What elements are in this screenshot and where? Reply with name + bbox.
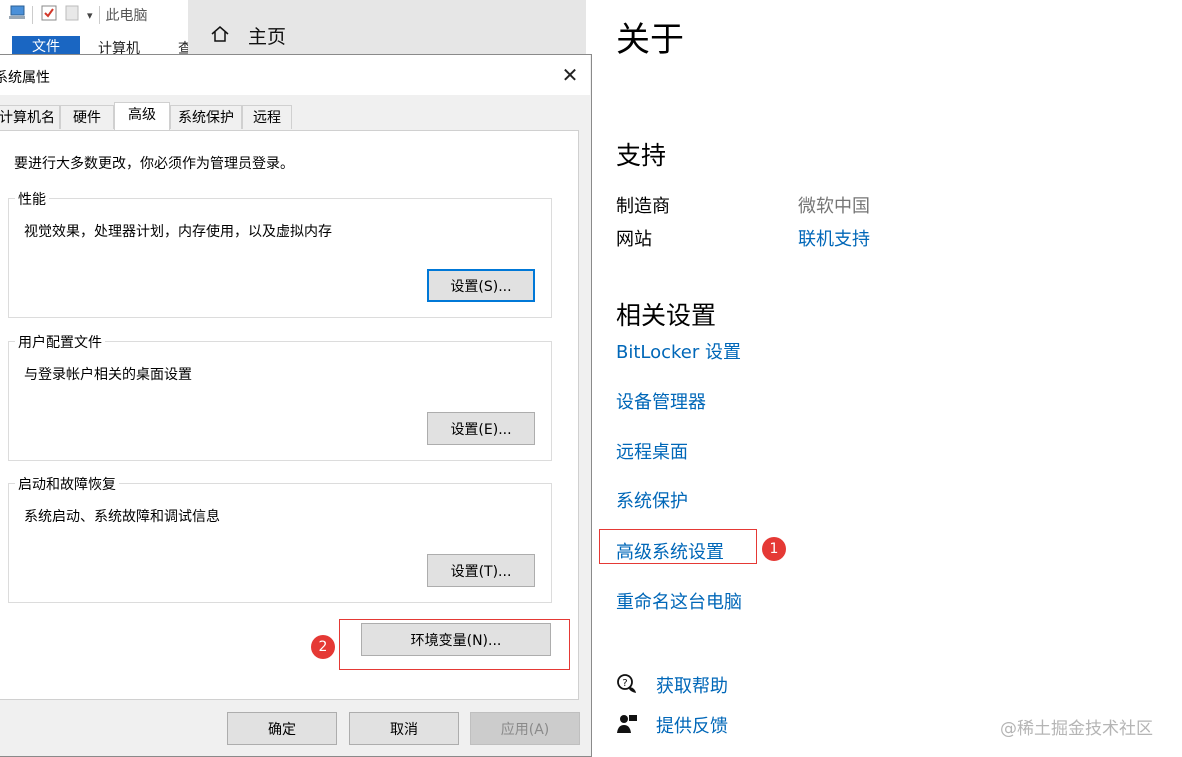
startup-desc: 系统启动、系统故障和调试信息 bbox=[24, 509, 220, 525]
manufacturer-label: 制造商 bbox=[616, 196, 670, 217]
profiles-desc: 与登录帐户相关的桌面设置 bbox=[24, 367, 192, 383]
give-feedback-link[interactable]: 提供反馈 bbox=[656, 712, 728, 738]
admin-notice: 要进行大多数更改，你必须作为管理员登录。 bbox=[14, 156, 294, 172]
toolbar-separator bbox=[32, 6, 33, 24]
quick-access-toolbar: ▾ 此电脑 bbox=[0, 0, 190, 30]
link-bitlocker[interactable]: BitLocker 设置 bbox=[616, 338, 741, 364]
nav-home[interactable]: 主页 bbox=[248, 22, 286, 49]
system-properties-dialog: 系统属性 ✕ 计算机名 硬件 高级 系统保护 远程 要进行大多数更改，你必须作为… bbox=[0, 54, 592, 757]
profiles-settings-button[interactable]: 设置(E)... bbox=[427, 412, 535, 445]
close-icon[interactable]: ✕ bbox=[556, 63, 584, 87]
feedback-icon bbox=[616, 713, 638, 739]
ribbon-tabs: 文件 计算机 查 bbox=[0, 32, 192, 58]
dialog-titlebar[interactable]: 系统属性 ✕ bbox=[0, 55, 590, 95]
ok-button[interactable]: 确定 bbox=[227, 712, 337, 745]
dialog-title: 系统属性 bbox=[0, 70, 50, 86]
document-icon[interactable] bbox=[65, 5, 79, 25]
page-title: 关于 bbox=[616, 20, 684, 60]
link-remote-desktop[interactable]: 远程桌面 bbox=[616, 438, 688, 464]
toolbar-separator bbox=[98, 6, 100, 24]
website-link[interactable]: 联机支持 bbox=[798, 225, 870, 251]
group-user-profiles: 用户配置文件 与登录帐户相关的桌面设置 设置(E)... bbox=[8, 332, 552, 461]
highlight-box-advanced bbox=[599, 529, 757, 564]
performance-settings-button[interactable]: 设置(S)... bbox=[427, 269, 535, 302]
breadcrumb[interactable]: 此电脑 bbox=[106, 5, 148, 25]
support-heading: 支持 bbox=[616, 141, 667, 170]
step-badge-2: 2 bbox=[311, 635, 335, 659]
help-chat-icon: ? bbox=[616, 673, 638, 699]
qat-dropdown[interactable]: ▾ bbox=[87, 9, 93, 22]
group-performance: 性能 视觉效果，处理器计划，内存使用，以及虚拟内存 设置(S)... bbox=[8, 189, 552, 318]
cancel-button[interactable]: 取消 bbox=[349, 712, 459, 745]
settings-about-page: 关于 支持 制造商 微软中国 网站 联机支持 相关设置 BitLocker 设置… bbox=[590, 0, 1182, 757]
computer-icon[interactable] bbox=[8, 5, 26, 25]
checkbox-icon[interactable] bbox=[41, 5, 57, 25]
get-help-link[interactable]: 获取帮助 bbox=[656, 672, 728, 698]
settings-nav: 主页 bbox=[188, 0, 586, 60]
svg-text:?: ? bbox=[622, 678, 627, 689]
step-badge-1: 1 bbox=[762, 537, 786, 561]
tab-system-protection[interactable]: 系统保护 bbox=[170, 105, 242, 129]
group-legend-startup: 启动和故障恢复 bbox=[15, 474, 119, 494]
environment-variables-button[interactable]: 环境变量(N)... bbox=[361, 623, 551, 656]
performance-desc: 视觉效果，处理器计划，内存使用，以及虚拟内存 bbox=[24, 224, 332, 240]
website-label: 网站 bbox=[616, 229, 652, 250]
tab-remote[interactable]: 远程 bbox=[242, 105, 292, 129]
group-startup-recovery: 启动和故障恢复 系统启动、系统故障和调试信息 设置(T)... bbox=[8, 474, 552, 603]
advanced-tab-panel: 要进行大多数更改，你必须作为管理员登录。 性能 视觉效果，处理器计划，内存使用，… bbox=[0, 130, 579, 700]
related-settings-heading: 相关设置 bbox=[616, 301, 717, 330]
watermark: @稀土掘金技术社区 bbox=[1000, 719, 1153, 739]
tab-hardware[interactable]: 硬件 bbox=[60, 105, 114, 129]
group-legend-profiles: 用户配置文件 bbox=[15, 332, 105, 352]
group-legend-performance: 性能 bbox=[15, 189, 49, 209]
home-icon[interactable] bbox=[210, 24, 230, 48]
file-explorer-window: ▾ 此电脑 文件 计算机 查 bbox=[0, 0, 192, 60]
tab-computer-name[interactable]: 计算机名 bbox=[0, 105, 60, 129]
manufacturer-value: 微软中国 bbox=[798, 196, 870, 217]
startup-settings-button[interactable]: 设置(T)... bbox=[427, 554, 535, 587]
apply-button[interactable]: 应用(A) bbox=[470, 712, 580, 745]
link-system-protection[interactable]: 系统保护 bbox=[616, 487, 688, 513]
link-rename-pc[interactable]: 重命名这台电脑 bbox=[616, 588, 742, 614]
tab-advanced[interactable]: 高级 bbox=[114, 102, 170, 130]
link-device-manager[interactable]: 设备管理器 bbox=[616, 388, 706, 414]
